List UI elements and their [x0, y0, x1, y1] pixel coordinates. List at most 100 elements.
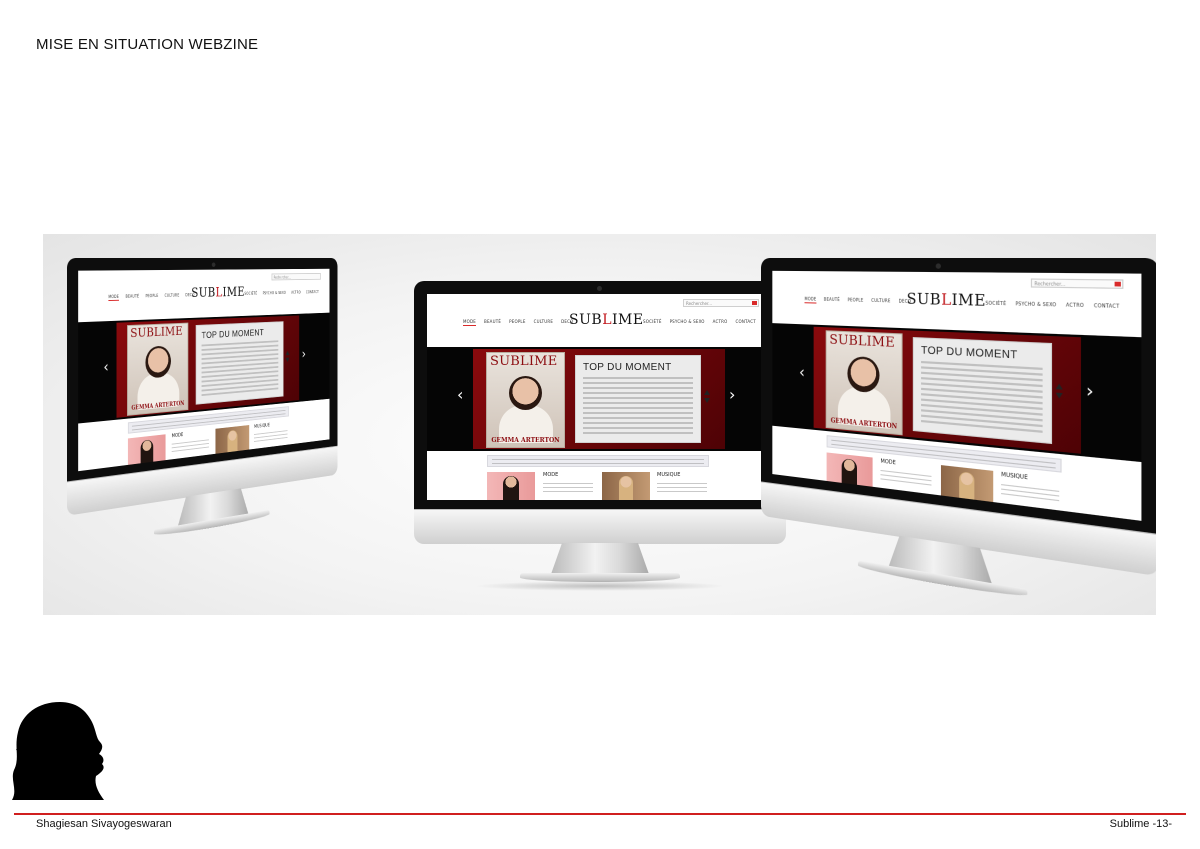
nav-item-mode[interactable]: MODE	[804, 296, 816, 303]
magazine-cover[interactable]: SUBLIME GEMMA ARTERTON	[127, 323, 188, 416]
nav-item-actro[interactable]: ACTRO	[1066, 302, 1084, 308]
search-input[interactable]: Rechercher...	[272, 273, 321, 280]
nav-item-societe[interactable]: SOCIÉTÉ	[244, 291, 257, 296]
slider-panel: SUBLIME GEMMA ARTERTON TOP DU MOMENT	[814, 327, 1081, 454]
logo-text-start: SUB	[907, 291, 942, 309]
search-icon[interactable]	[752, 301, 757, 305]
slider-prev-button[interactable]: ‹	[799, 362, 805, 381]
main-nav-right: SOCIÉTÉ PSYCHO & SEXO ACTRO CONTACT	[985, 300, 1119, 309]
section-label-mode[interactable]: MODE	[543, 472, 558, 478]
magazine-cover[interactable]: SUBLIME GEMMA ARTERTON	[486, 352, 565, 448]
search-input[interactable]: Rechercher...	[683, 299, 759, 307]
music-thumbnail[interactable]	[941, 465, 993, 502]
nav-item-beaute[interactable]: BEAUTÉ	[484, 319, 501, 326]
nav-item-culture[interactable]: CULTURE	[871, 298, 890, 306]
mode-text-lines	[881, 467, 932, 486]
mode-thumbnail[interactable]	[827, 452, 873, 486]
nav-item-culture[interactable]: CULTURE	[534, 319, 553, 326]
mode-thumbnail[interactable]	[128, 434, 166, 465]
intro-bar	[487, 455, 709, 467]
slider-panel: SUBLIME GEMMA ARTERTON TOP DU MOMENT	[473, 349, 725, 449]
scroll-down-icon[interactable]	[1056, 393, 1063, 399]
slider-prev-button[interactable]: ‹	[103, 357, 108, 376]
search-input[interactable]: Rechercher...	[1031, 278, 1124, 288]
nav-item-psycho[interactable]: PSYCHO & SEXO	[670, 319, 705, 324]
nav-item-people[interactable]: PEOPLE	[509, 319, 525, 326]
logo-mark: L	[602, 312, 612, 328]
cover-name: GEMMA ARTERTON	[489, 437, 562, 444]
footer-page-label: Sublime -13-	[1110, 818, 1172, 830]
site-logo[interactable]: SUBLIME	[569, 312, 644, 328]
slider-prev-button[interactable]: ‹	[457, 385, 463, 404]
logo-mark: L	[216, 286, 223, 300]
logo-text-end: IME	[612, 312, 644, 328]
music-thumbnail[interactable]	[602, 472, 650, 500]
nav-item-people[interactable]: PEOPLE	[848, 297, 864, 305]
music-text-lines	[254, 428, 287, 442]
nav-item-beaute[interactable]: BEAUTÉ	[125, 294, 139, 301]
section-label-music[interactable]: MUSIQUE	[1001, 472, 1028, 482]
site-logo[interactable]: SUBLIME	[907, 291, 986, 310]
nav-item-actro[interactable]: ACTRO	[291, 290, 301, 294]
site-logo[interactable]: SUBLIME	[191, 285, 245, 300]
camera-dot	[597, 286, 602, 291]
nav-item-actro[interactable]: ACTRO	[713, 319, 728, 324]
article-card: TOP DU MOMENT	[575, 355, 701, 443]
cover-title: SUBLIME	[829, 332, 894, 351]
nav-item-mode[interactable]: MODE	[108, 294, 119, 301]
scroll-up-icon[interactable]	[704, 390, 710, 395]
nav-item-culture[interactable]: CULTURE	[165, 293, 180, 300]
site-header: Rechercher... MODE BEAUTÉ PEOPLE CULTURE…	[427, 294, 773, 344]
scroll-up-icon[interactable]	[286, 351, 290, 356]
cover-title: SUBLIME	[130, 325, 182, 341]
section-label-mode[interactable]: MODE	[881, 458, 896, 466]
main-nav-left: MODE BEAUTÉ PEOPLE CULTURE DECO	[108, 292, 194, 301]
nav-item-contact[interactable]: CONTACT	[306, 290, 319, 294]
logo-text-end: IME	[952, 292, 986, 310]
camera-dot	[936, 263, 941, 268]
magazine-cover[interactable]: SUBLIME GEMMA ARTERTON	[826, 330, 903, 435]
monitor-stand	[550, 543, 650, 577]
nav-item-psycho[interactable]: PSYCHO & SEXO	[1015, 301, 1056, 308]
scroll-down-icon[interactable]	[286, 358, 290, 363]
music-thumbnail[interactable]	[215, 425, 249, 454]
nav-item-contact[interactable]: CONTACT	[1094, 303, 1120, 310]
main-nav-left: MODE BEAUTÉ PEOPLE CULTURE DECO	[463, 319, 573, 326]
slider-next-button[interactable]: ›	[729, 385, 735, 404]
search-icon[interactable]	[1115, 282, 1121, 287]
site-header: Rechercher... MODE BEAUTÉ PEOPLE CULTURE…	[78, 269, 329, 320]
monitor-chin	[414, 509, 786, 544]
music-text-lines	[657, 480, 707, 492]
website-screen: Rechercher... MODE BEAUTÉ PEOPLE CULTURE…	[427, 294, 773, 500]
nav-item-people[interactable]: PEOPLE	[145, 293, 158, 300]
section-label-mode[interactable]: MODE	[172, 432, 184, 439]
nav-item-societe[interactable]: SOCIÉTÉ	[643, 319, 662, 324]
mode-text-lines	[543, 480, 593, 492]
section-label-music[interactable]: MUSIQUE	[657, 472, 680, 478]
nav-item-beaute[interactable]: BEAUTÉ	[824, 297, 840, 305]
page-title: MISE EN SITUATION WEBZINE	[36, 36, 258, 53]
nav-item-contact[interactable]: CONTACT	[736, 319, 756, 324]
website-screen: Rechercher... MODE BEAUTÉ PEOPLE CULTURE…	[78, 269, 329, 471]
scroll-up-icon[interactable]	[1056, 383, 1063, 389]
logo-text-end: IME	[223, 285, 245, 300]
slider-next-button[interactable]: ›	[1086, 379, 1094, 402]
cover-title: SUBLIME	[490, 354, 557, 369]
scroll-down-icon[interactable]	[704, 398, 710, 403]
slider-next-button[interactable]: ›	[302, 346, 306, 362]
mode-thumbnail[interactable]	[487, 472, 535, 500]
hero-slider: ‹ SUBLIME GEMMA ARTERTON TOP DU MOMENT ›	[78, 313, 329, 424]
article-card-title: TOP DU MOMENT	[921, 345, 1043, 363]
nav-item-psycho[interactable]: PSYCHO & SEXO	[263, 290, 286, 295]
footer-divider	[14, 813, 1186, 815]
nav-item-societe[interactable]: SOCIÉTÉ	[985, 300, 1006, 306]
cover-model-face	[509, 376, 542, 410]
section-label-music[interactable]: MUSIQUE	[254, 423, 270, 430]
main-nav-left: MODE BEAUTÉ PEOPLE CULTURE DECO	[804, 296, 911, 306]
monitor-shadow	[474, 581, 726, 591]
logo-mark: L	[941, 292, 951, 310]
nav-item-mode[interactable]: MODE	[463, 319, 476, 326]
article-card-title: TOP DU MOMENT	[583, 362, 693, 373]
footer-author: Shagiesan Sivayogeswaran	[36, 818, 172, 830]
mode-text-lines	[172, 437, 209, 452]
